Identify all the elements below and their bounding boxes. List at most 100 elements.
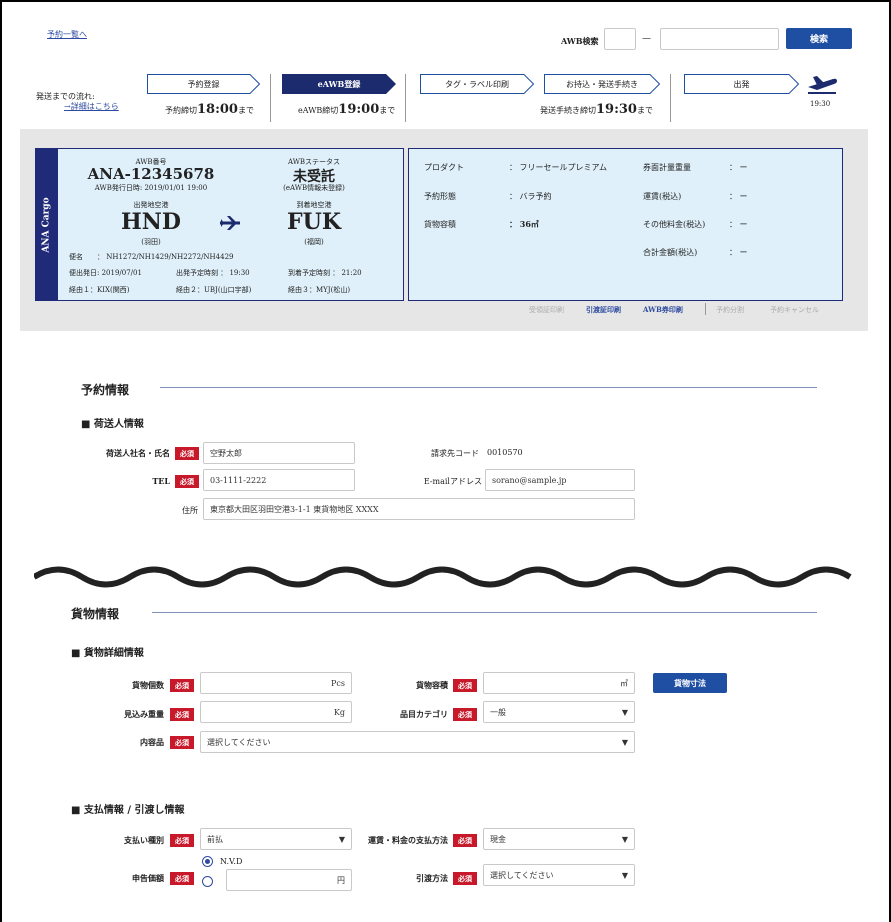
cancel-booking-link[interactable]: 予約キャンセル [770, 305, 819, 315]
address-label: 住所 [182, 506, 198, 515]
receipt-print-link[interactable]: 受領証印刷 [529, 305, 564, 315]
reservation-deadline-suffix: まで [237, 106, 254, 115]
eawb-deadline-time: 19:00 [338, 102, 380, 117]
awb-search-label: AWB検索 [561, 36, 599, 46]
declared-value-required: 必須 [170, 872, 194, 885]
cargo-detail-title: ■ 貨物詳細情報 [71, 648, 144, 659]
step-tag-print: タグ・ラベル印刷 [420, 74, 534, 94]
handover-print-link[interactable]: 引渡証印刷 [586, 305, 621, 315]
dest-name: (福岡) [304, 238, 324, 246]
other-charges-value: ： ー [729, 220, 748, 229]
payment-type-select[interactable]: 前払 ▼ [200, 828, 352, 850]
contents-required: 必須 [170, 736, 194, 749]
item-category-select[interactable]: 一般 ▼ [483, 701, 635, 723]
scheduled-departure: 出発予定時刻 ： 19:30 [176, 269, 250, 277]
via-1: 経由１：KIX(関西) [69, 286, 130, 294]
brand-label: ANA Cargo [42, 196, 53, 253]
delivery-method-select[interactable]: 選択してください ▼ [483, 864, 635, 886]
dest-code: FUK [287, 209, 341, 235]
reservation-deadline-time: 18:00 [197, 102, 238, 117]
chevron-down-icon: ▼ [621, 737, 628, 747]
email-value: sorano@sample.jp [492, 475, 567, 485]
origin-name: (羽田) [141, 238, 161, 246]
departure-date: 便出発日: 2019/07/01 [69, 269, 142, 277]
booking-info-card: プロダクト ： フリーセールプレミアム 予約形態 ： バラ予約 貨物容積 ： 3… [408, 148, 843, 301]
payment-section-title: ■ 支払情報 / 引渡し情報 [71, 805, 185, 816]
contents-label: 内容品 [140, 737, 164, 747]
awb-status-note: (eAWB情報未登録) [283, 184, 345, 192]
reservation-section-line [160, 387, 817, 388]
split-booking-link[interactable]: 予約分割 [716, 305, 744, 315]
step-dropoff-label: お持込・発送手続き [566, 79, 638, 89]
volume-value: ： 36㎥ [509, 219, 539, 229]
declared-amount-unit: 円 [337, 875, 345, 885]
contents-value: 選択してください [207, 737, 271, 747]
declared-nvd-label: N.V.D [220, 857, 243, 866]
plane-takeoff-icon [808, 76, 837, 94]
estimated-weight-input[interactable]: Kg [200, 701, 352, 723]
shipper-section-title: ■ 荷送人情報 [81, 419, 144, 430]
step-reservation-label: 予約登録 [187, 79, 220, 89]
declared-nvd-radio[interactable] [202, 856, 213, 867]
cargo-volume-unit: ㎥ [620, 678, 628, 688]
chargeable-weight-label: 券面計量重量 [643, 163, 691, 172]
awb-search-number-input[interactable] [660, 28, 779, 50]
cargo-count-required: 必須 [170, 679, 194, 692]
email-label: E-mailアドレス [423, 477, 482, 486]
step-eawb: eAWB登録 [282, 74, 396, 94]
other-charges-label: その他料金(税込) [643, 220, 706, 229]
flight-label: 便名 [69, 253, 83, 261]
awb-issue-date: AWB発行日時: 2019/01/01 19:00 [94, 184, 208, 192]
chevron-down-icon: ▼ [338, 834, 345, 844]
payment-method-value: 現金 [490, 834, 506, 844]
awb-search-button[interactable]: 検索 [786, 28, 852, 49]
cargo-volume-input[interactable]: ㎥ [483, 672, 635, 694]
shipper-name-value: 空野太郎 [210, 448, 242, 458]
action-divider [705, 303, 706, 315]
back-to-list-link[interactable]: 予約一覧へ [47, 29, 87, 40]
eawb-deadline-suffix: まで [379, 106, 396, 115]
payment-method-select[interactable]: 現金 ▼ [483, 828, 635, 850]
email-input[interactable]: sorano@sample.jp [485, 469, 635, 491]
declared-amount-radio[interactable] [202, 876, 213, 887]
origin-code: HND [121, 209, 181, 235]
delivery-method-label: 引渡方法 [416, 873, 448, 883]
delivery-method-required: 必須 [453, 872, 477, 885]
estimated-weight-required: 必須 [170, 708, 194, 721]
estimated-weight-unit: Kg [333, 707, 345, 717]
step-departure-label: 出発 [733, 79, 750, 89]
step-eawb-label: eAWB登録 [317, 78, 361, 89]
item-category-value: 一般 [490, 707, 506, 717]
via-3: 経由３：MYJ(松山) [288, 286, 351, 294]
dropoff-deadline-prefix: 発送手続き締切 [540, 106, 596, 115]
brand-band: ANA Cargo [36, 149, 58, 300]
billing-code-label: 請求先コード [431, 449, 479, 458]
contents-select[interactable]: 選択してください ▼ [200, 731, 635, 753]
page-break-wave [34, 566, 852, 588]
dropoff-deadline: 発送手続き締切19:30まで [540, 102, 653, 117]
estimated-weight-label: 見込み重量 [124, 709, 164, 719]
step-departure: 出発 [684, 74, 799, 94]
awb-print-link[interactable]: AWB券印刷 [643, 305, 683, 315]
cargo-volume-required: 必須 [453, 679, 477, 692]
total-value: ： ー [729, 248, 748, 257]
reservation-deadline-prefix: 予約締切 [165, 106, 197, 115]
step-divider-1 [270, 74, 271, 122]
item-category-required: 必須 [453, 708, 477, 721]
chevron-down-icon: ▼ [621, 707, 628, 717]
reservation-section-title: 予約情報 [81, 383, 130, 397]
shipper-name-input[interactable]: 空野太郎 [203, 442, 355, 464]
awb-search-prefix-input[interactable] [604, 28, 636, 50]
total-label: 合計金額(税込) [643, 248, 698, 257]
payment-type-required: 必須 [170, 834, 194, 847]
departure-time: 19:30 [810, 100, 831, 108]
cargo-count-input[interactable]: Pcs [200, 672, 352, 694]
tel-input[interactable]: 03-1111-2222 [203, 469, 355, 491]
cargo-dimension-button[interactable]: 貨物寸法 [653, 673, 727, 693]
payment-method-label: 運賃・料金の支払方法 [368, 835, 448, 845]
declared-amount-input[interactable]: 円 [226, 869, 352, 891]
address-input[interactable]: 東京都大田区羽田空港3-1-1 東貨物地区 XXXX [203, 498, 635, 520]
awb-search-dash: — [642, 34, 651, 44]
dropoff-deadline-time: 19:30 [596, 102, 637, 117]
flow-detail-link[interactable]: →詳細はこちら [64, 101, 119, 112]
